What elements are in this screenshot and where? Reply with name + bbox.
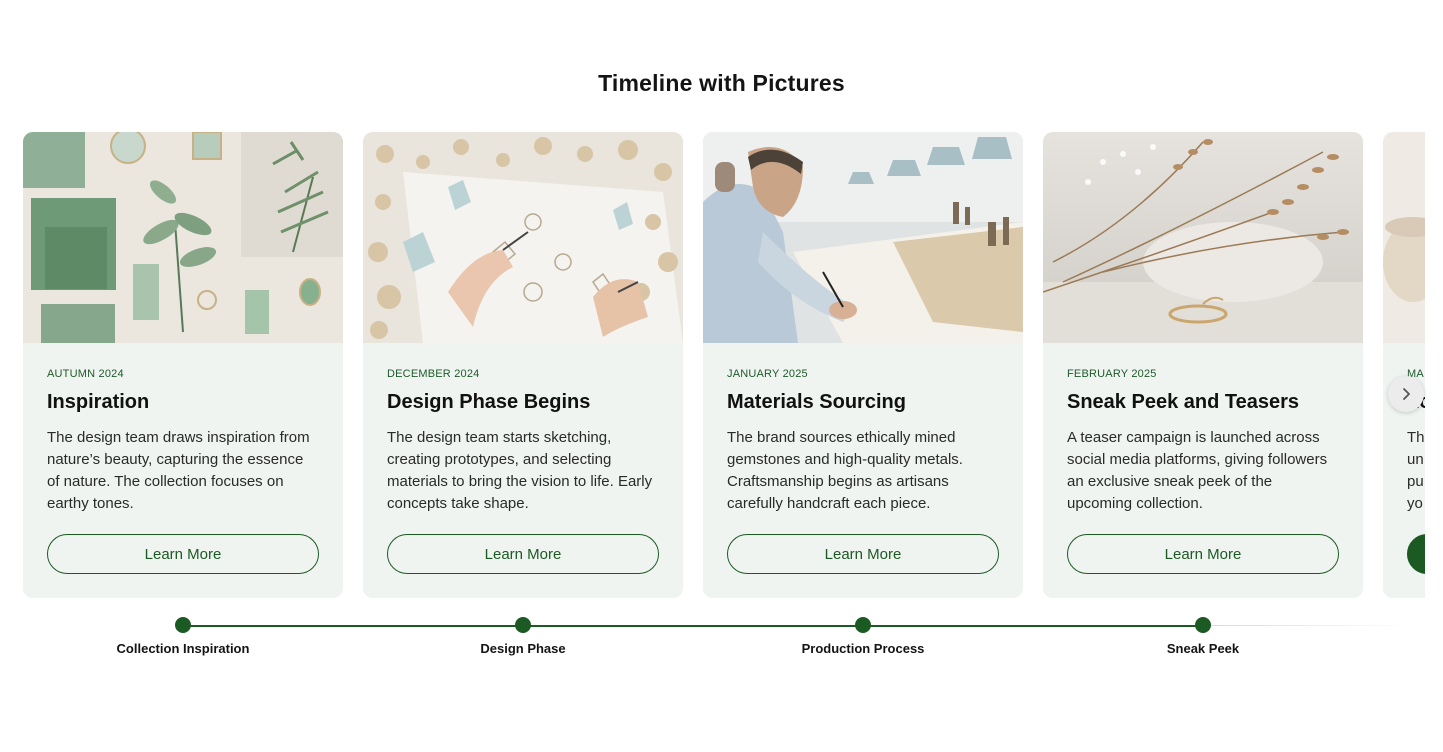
learn-more-button[interactable]: Learn More xyxy=(47,534,319,574)
learn-more-button[interactable]: Learn More xyxy=(1067,534,1339,574)
card-title: Materials Sourcing xyxy=(727,391,906,413)
timeline-track xyxy=(182,625,1203,627)
card-date: DECEMBER 2024 xyxy=(387,368,480,380)
card-image-jewelry-sketching xyxy=(363,132,683,343)
milestone-label: Design Phase xyxy=(480,641,566,656)
timeline-milestone[interactable]: Collection Inspiration xyxy=(73,617,293,656)
card-date: AUTUMN 2024 xyxy=(47,368,124,380)
card-title: Inspiration xyxy=(47,391,150,413)
milestone-label: Production Process xyxy=(801,641,925,656)
next-button[interactable] xyxy=(1388,376,1424,412)
learn-more-button[interactable]: Learn More xyxy=(387,534,659,574)
card-date: JANUARY 2025 xyxy=(727,368,808,380)
timeline-card: FEBRUARY 2025 Sneak Peek and Teasers A t… xyxy=(1043,132,1363,598)
card-description: Th un pu yo xyxy=(1407,429,1425,512)
card-description: The design team draws inspiration from n… xyxy=(47,429,310,512)
card-title: Sneak Peek and Teasers xyxy=(1067,391,1299,413)
milestone-dot[interactable] xyxy=(1195,617,1211,633)
timeline-card: AUTUMN 2024 Inspiration The design team … xyxy=(23,132,343,598)
milestone-label: Collection Inspiration xyxy=(116,641,250,656)
card-date: FEBRUARY 2025 xyxy=(1067,368,1157,380)
milestone-dot[interactable] xyxy=(515,617,531,633)
timeline-card: MA Lo Th un pu yo xyxy=(1383,132,1425,598)
card-description: The brand sources ethically mined gemsto… xyxy=(727,429,963,512)
card-image-ring-still-life xyxy=(1043,132,1363,343)
chevron-right-icon xyxy=(1403,388,1410,400)
card-image-ceramics xyxy=(1383,132,1425,343)
learn-more-button[interactable]: Learn More xyxy=(727,534,999,574)
learn-more-button[interactable] xyxy=(1407,534,1425,574)
card-description: A teaser campaign is launched across soc… xyxy=(1067,429,1328,512)
card-carousel[interactable]: AUTUMN 2024 Inspiration The design team … xyxy=(23,132,1425,598)
page-title: Timeline with Pictures xyxy=(598,70,845,96)
timeline-milestone[interactable]: Sneak Peek xyxy=(1093,617,1313,656)
timeline-card: DECEMBER 2024 Design Phase Begins The de… xyxy=(363,132,683,598)
card-description: The design team starts sketching, creati… xyxy=(387,429,653,512)
milestone-label: Sneak Peek xyxy=(1166,641,1240,656)
timeline-card: JANUARY 2025 Materials Sourcing The bran… xyxy=(703,132,1023,598)
timeline-milestone[interactable]: Production Process xyxy=(753,617,973,656)
card-image-artisan-workshop xyxy=(703,132,1023,343)
milestone-dot[interactable] xyxy=(175,617,191,633)
card-image-nature-flatlay xyxy=(23,132,343,343)
timeline-milestone[interactable]: Design Phase xyxy=(413,617,633,656)
milestone-dot[interactable] xyxy=(855,617,871,633)
card-title: Design Phase Begins xyxy=(387,391,591,413)
